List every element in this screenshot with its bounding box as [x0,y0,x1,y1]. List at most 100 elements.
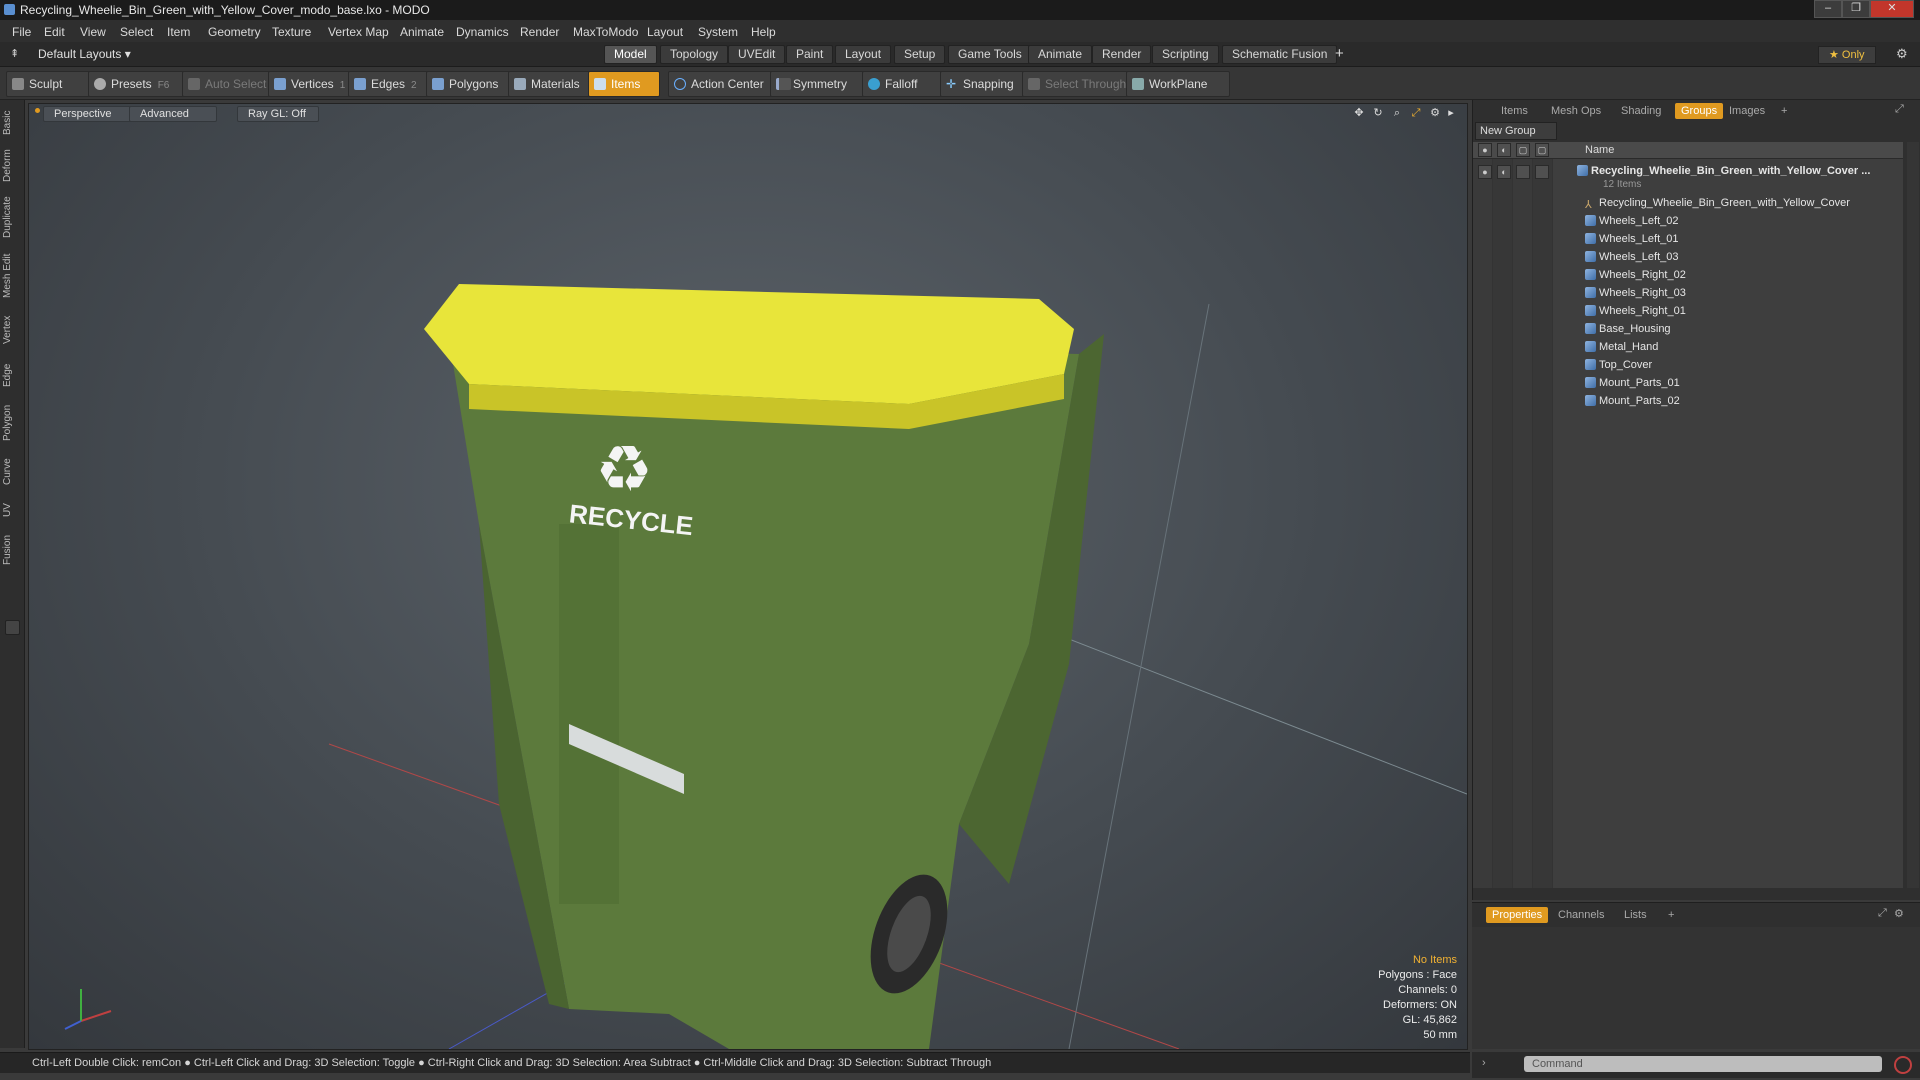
record-icon[interactable] [1894,1056,1912,1074]
tab-topology[interactable]: Topology [660,45,729,64]
command-input[interactable]: Command [1524,1056,1882,1072]
tab-lists[interactable]: Lists [1624,907,1647,923]
menu-view[interactable]: View [80,25,106,39]
items-button[interactable]: Items [588,71,660,97]
menu-item[interactable]: Item [167,25,190,39]
tab-paint[interactable]: Paint [786,45,834,64]
vtab-curve[interactable]: Curve [2,454,20,490]
layouts-menu-icon[interactable]: ⇞ [10,47,19,60]
group-render-toggle[interactable]: ◐ [1497,165,1511,179]
vtab-deform[interactable]: Deform [2,146,20,186]
tree-item-label: Top_Cover [1599,359,1653,371]
select-column-icon[interactable]: ▢ [1535,143,1549,157]
render-column-icon[interactable]: ◐ [1497,143,1511,157]
symmetry-button[interactable]: Symmetry [770,71,876,97]
workplane-icon [1132,78,1144,90]
menu-texture[interactable]: Texture [272,25,311,39]
vtab-duplicate[interactable]: Duplicate [2,192,20,242]
vtab-vertex[interactable]: Vertex [2,310,20,350]
rtab-items[interactable]: Items [1501,103,1528,119]
tree-item[interactable]: ⅄ Recycling_Wheelie_Bin_Green_with_Yellow… [1585,194,1850,212]
properties-add-tab[interactable]: + [1668,907,1674,923]
close-button[interactable]: ✕ [1870,0,1914,18]
menu-render[interactable]: Render [520,25,559,39]
menu-vertex-map[interactable]: Vertex Map [328,25,389,39]
tab-animate[interactable]: Animate [1028,45,1093,64]
menu-file[interactable]: File [12,25,31,39]
menu-animate[interactable]: Animate [400,25,444,39]
tab-channels[interactable]: Channels [1558,907,1604,923]
menu-system[interactable]: System [698,25,738,39]
tree-item[interactable]: Wheels_Left_01 [1585,230,1679,248]
menu-help[interactable]: Help [751,25,776,39]
workplane-button[interactable]: WorkPlane [1126,71,1230,97]
group-visibility-toggle[interactable]: ● [1478,165,1492,179]
only-toggle[interactable]: ★ Only [1818,46,1876,64]
panel-expand-icon[interactable]: ⤢ [1895,103,1904,116]
rtab-shading[interactable]: Shading [1621,103,1661,119]
sculpt-button[interactable]: Sculpt [6,71,96,97]
rtab-images[interactable]: Images [1729,103,1765,119]
info-scale: 50 mm [1423,1029,1457,1041]
groups-panel: Items Mesh Ops Shading Groups Images + ⤢… [1472,100,1920,900]
strip-toggle-button[interactable] [5,620,20,635]
tree-item[interactable]: Wheels_Right_02 [1585,266,1686,284]
tab-model[interactable]: Model [604,45,657,64]
properties-content [1472,927,1920,1049]
tree-item[interactable]: Top_Cover [1585,356,1652,374]
action-center-button[interactable]: Action Center [668,71,786,97]
vtab-polygon[interactable]: Polygon [2,400,20,446]
vtab-edge[interactable]: Edge [2,358,20,392]
tree-item[interactable]: Wheels_Right_03 [1585,284,1686,302]
menu-edit[interactable]: Edit [44,25,65,39]
rtab-add[interactable]: + [1781,103,1787,119]
tree-item[interactable]: Mount_Parts_02 [1585,392,1680,410]
group-select-toggle[interactable] [1535,165,1549,179]
tab-layout[interactable]: Layout [835,45,892,64]
tab-properties[interactable]: Properties [1486,907,1549,923]
tree-scrollbar[interactable] [1907,142,1919,888]
panel-settings-icon[interactable]: ⚙ [1894,907,1904,920]
tab-scripting[interactable]: Scripting [1152,45,1219,64]
vtab-uv[interactable]: UV [2,498,20,522]
tab-render[interactable]: Render [1092,45,1152,64]
add-tab-button[interactable]: + [1335,45,1344,62]
group-lock-toggle[interactable] [1516,165,1530,179]
vtab-basic[interactable]: Basic [2,106,20,140]
tab-setup[interactable]: Setup [894,45,946,64]
menu-dynamics[interactable]: Dynamics [456,25,509,39]
tree-item[interactable]: Base_Housing [1585,320,1671,338]
new-group-button[interactable]: New Group [1475,122,1557,140]
tab-game-tools[interactable]: Game Tools [948,45,1032,64]
tab-uvedit[interactable]: UVEdit [728,45,786,64]
tree-item[interactable]: Wheels_Right_01 [1585,302,1686,320]
tree-item[interactable]: Metal_Hand [1585,338,1658,356]
visibility-column-icon[interactable]: ● [1478,143,1492,157]
bin-model [424,284,1104,1049]
menu-select[interactable]: Select [120,25,153,39]
menu-geometry[interactable]: Geometry [208,25,261,39]
default-layouts-dropdown[interactable]: Default Layouts ▾ [38,47,131,61]
menu-maxtomodo[interactable]: MaxToModo [573,25,638,39]
gear-icon[interactable]: ⚙ [1896,46,1908,62]
panel-expand-icon[interactable]: ⤢ [1878,907,1887,920]
tree-item[interactable]: Mount_Parts_01 [1585,374,1680,392]
maximize-button[interactable]: ❐ [1842,0,1870,18]
rtab-mesh-ops[interactable]: Mesh Ops [1551,103,1601,119]
info-deformers: Deformers: ON [1383,999,1457,1011]
rtab-groups[interactable]: Groups [1675,103,1724,119]
3d-viewport[interactable]: Perspective Advanced Ray GL: Off ✥ ↻ ⌕ ⤢… [28,103,1468,1050]
vtab-mesh-edit[interactable]: Mesh Edit [2,250,20,302]
mesh-icon [1585,341,1596,352]
tree-item[interactable]: Wheels_Left_02 [1585,212,1679,230]
tab-schematic-fusion[interactable]: Schematic Fusion [1222,45,1338,64]
menu-layout[interactable]: Layout [647,25,683,39]
lock-column-icon[interactable]: ▢ [1516,143,1530,157]
mesh-icon [1585,323,1596,334]
tree-item[interactable]: Wheels_Left_03 [1585,248,1679,266]
minimize-button[interactable]: – [1814,0,1842,18]
vtab-fusion[interactable]: Fusion [2,530,20,570]
window-title: Recycling_Wheelie_Bin_Green_with_Yellow_… [20,3,430,17]
workplane-label: WorkPlane [1149,77,1208,91]
items-label: Items [611,77,641,91]
